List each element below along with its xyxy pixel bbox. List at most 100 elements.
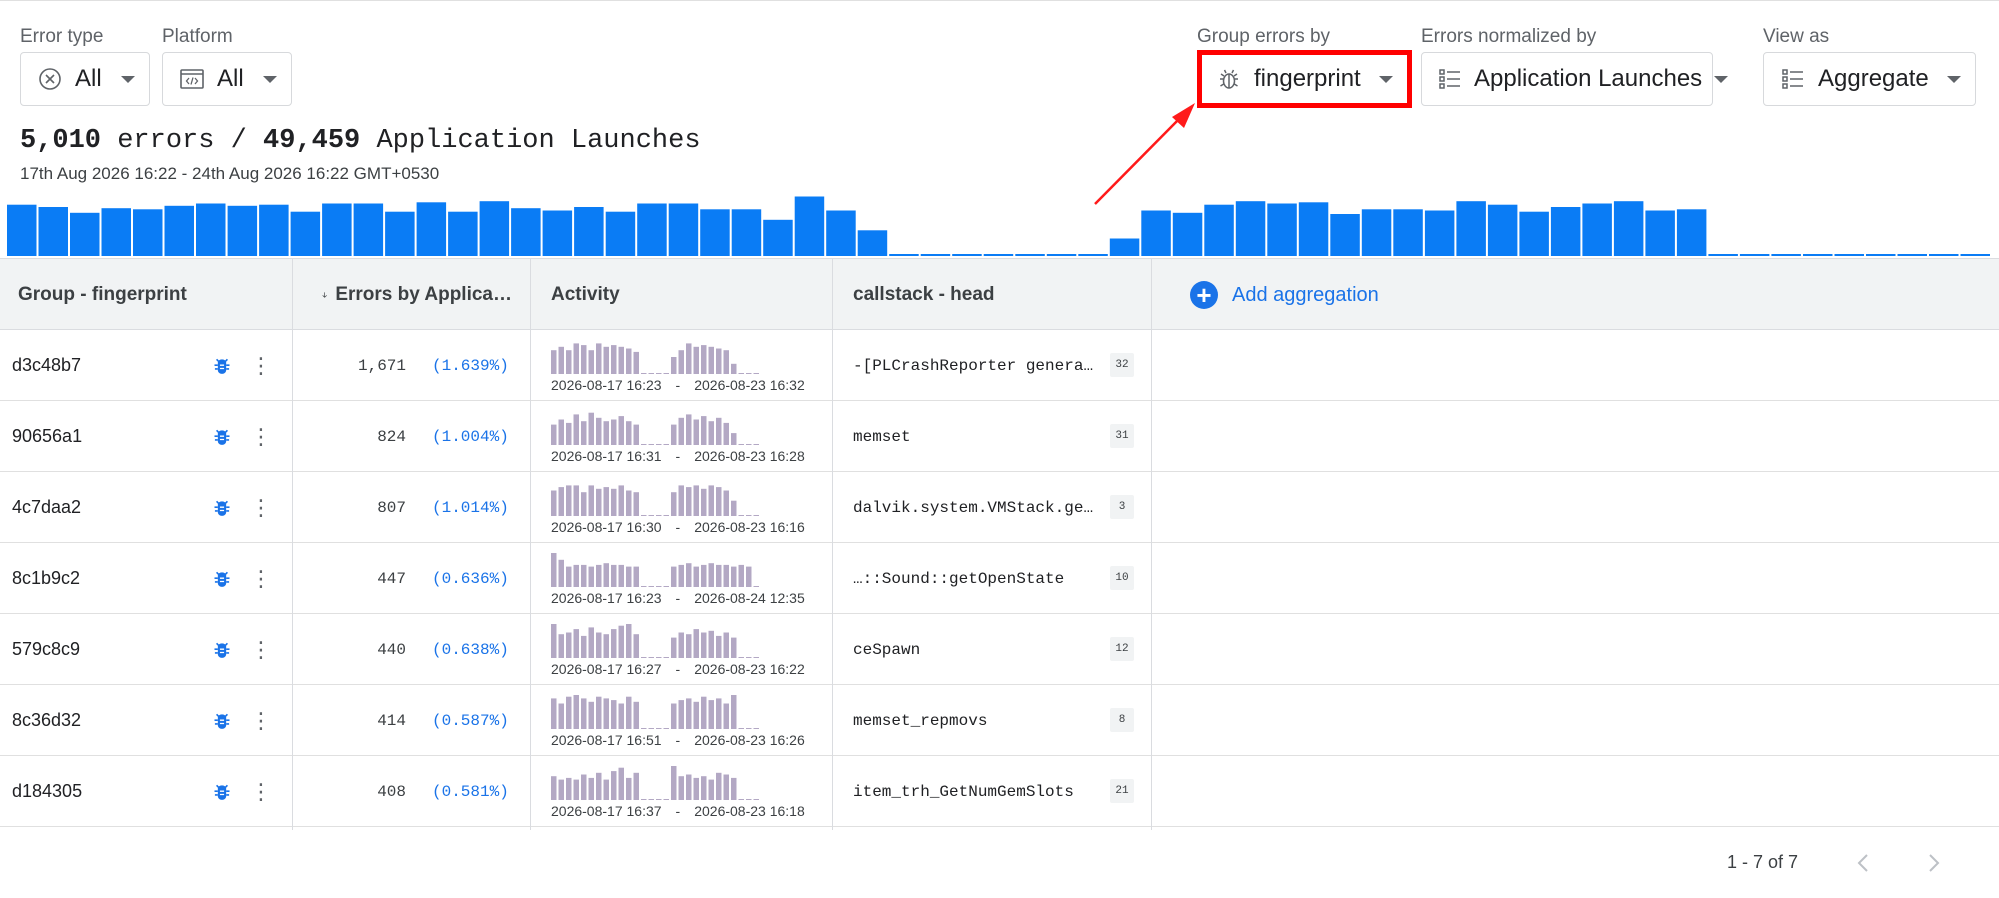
activity-sparkline[interactable]: 2026-08-17 16:31 - 2026-08-23 16:28 [551,401,813,472]
histogram-bar[interactable] [1109,238,1140,257]
bug-icon[interactable] [212,756,232,827]
histogram-bar[interactable] [920,254,951,256]
histogram-bar[interactable] [794,196,825,257]
histogram-bar[interactable] [1739,254,1770,256]
histogram-bar[interactable] [385,211,415,256]
callstack-head[interactable]: dalvik.system.VMStack.ge… [853,472,1098,543]
histogram-bar[interactable] [511,208,541,256]
callstack-head[interactable]: ceSpawn [853,614,1098,685]
more-options-icon[interactable]: ⋮ [250,401,272,472]
header-group[interactable]: Group - fingerprint [18,259,187,331]
fingerprint-value[interactable]: d184305 [12,756,82,827]
callstack-head[interactable]: memset [853,401,1098,472]
histogram-bar[interactable] [1519,211,1549,256]
histogram-bar[interactable] [7,204,37,256]
bug-icon[interactable] [212,330,232,401]
histogram-bar[interactable] [1046,254,1077,256]
histogram-bar[interactable] [416,202,447,256]
histogram-bar[interactable] [668,203,699,257]
table-row[interactable]: 579c8c9 ⋮ 440 (0.638%) 2026-08-17 16:27 … [0,614,1999,685]
more-options-icon[interactable]: ⋮ [250,685,272,756]
histogram-bar[interactable] [38,207,69,256]
histogram-bar[interactable] [1298,202,1329,256]
add-aggregation-button[interactable]: + Add aggregation [1190,259,1379,331]
histogram-bar[interactable] [479,201,510,256]
activity-sparkline[interactable]: 2026-08-17 16:27 - 2026-08-23 16:22 [551,614,813,685]
histogram-bar[interactable] [889,254,919,256]
table-row[interactable]: 8c1b9c2 ⋮ 447 (0.636%) 2026-08-17 16:23 … [0,543,1999,614]
error-histogram[interactable] [7,186,1992,256]
prev-page-button[interactable] [1853,850,1873,876]
callstack-head[interactable]: -[PLCrashReporter genera… [853,330,1098,401]
bug-icon[interactable] [212,685,232,756]
histogram-bar[interactable] [448,211,478,256]
histogram-bar[interactable] [542,210,573,257]
histogram-bar[interactable] [1613,201,1644,256]
callstack-head[interactable]: …::Sound::getOpenState [853,543,1098,614]
histogram-bar[interactable] [164,205,195,256]
fingerprint-value[interactable]: 4c7daa2 [12,472,81,543]
activity-sparkline[interactable]: 2026-08-17 16:23 - 2026-08-24 12:35 [551,543,813,614]
fingerprint-value[interactable]: d3c48b7 [12,330,81,401]
header-activity[interactable]: Activity [551,259,620,331]
activity-sparkline[interactable]: 2026-08-17 16:23 - 2026-08-23 16:32 [551,330,813,401]
header-callstack[interactable]: callstack - head [853,259,995,331]
bug-icon[interactable] [212,401,232,472]
histogram-bar[interactable] [1487,204,1518,256]
histogram-bar[interactable] [1771,254,1801,256]
more-options-icon[interactable]: ⋮ [250,472,272,543]
histogram-bar[interactable] [952,254,982,256]
bug-icon[interactable] [212,614,232,685]
histogram-bar[interactable] [1960,254,1991,256]
histogram-bar[interactable] [763,219,793,256]
histogram-bar[interactable] [574,207,604,256]
histogram-bar[interactable] [826,210,856,257]
histogram-bar[interactable] [1361,209,1392,256]
table-row[interactable]: d184305 ⋮ 408 (0.581%) 2026-08-17 16:37 … [0,756,1999,827]
histogram-bar[interactable] [1235,201,1266,256]
bug-icon[interactable] [212,472,232,543]
histogram-bar[interactable] [637,203,667,257]
activity-sparkline[interactable]: 2026-08-17 16:37 - 2026-08-23 16:18 [551,756,813,827]
histogram-bar[interactable] [1456,201,1486,256]
histogram-bar[interactable] [70,212,100,256]
histogram-bar[interactable] [1078,254,1108,256]
error-type-dropdown[interactable]: All [20,52,150,106]
histogram-bar[interactable] [1141,210,1171,257]
histogram-bar[interactable] [1393,209,1423,256]
histogram-bar[interactable] [700,209,730,256]
table-row[interactable]: d3c48b7 ⋮ 1,671 (1.639%) 2026-08-17 16:2… [0,330,1999,401]
fingerprint-value[interactable]: 8c36d32 [12,685,81,756]
histogram-bar[interactable] [1866,254,1896,256]
histogram-bar[interactable] [1015,254,1045,256]
platform-dropdown[interactable]: All [162,52,292,106]
histogram-bar[interactable] [101,208,132,256]
more-options-icon[interactable]: ⋮ [250,614,272,685]
histogram-bar[interactable] [1897,254,1928,256]
activity-sparkline[interactable]: 2026-08-17 16:30 - 2026-08-23 16:16 [551,472,813,543]
group-by-dropdown[interactable]: fingerprint [1197,50,1412,108]
header-errors[interactable]: Errors by Applica… [322,259,512,331]
histogram-bar[interactable] [983,254,1014,256]
view-as-dropdown[interactable]: Aggregate [1763,52,1976,106]
table-row[interactable]: 4c7daa2 ⋮ 807 (1.014%) 2026-08-17 16:30 … [0,472,1999,543]
histogram-bar[interactable] [1267,203,1297,257]
histogram-bar[interactable] [290,211,321,256]
histogram-bar[interactable] [1582,203,1612,257]
fingerprint-value[interactable]: 90656a1 [12,401,82,472]
histogram-bar[interactable] [1803,254,1833,256]
histogram-bar[interactable] [1424,210,1455,257]
callstack-head[interactable]: item_trh_GetNumGemSlots [853,756,1098,827]
next-page-button[interactable] [1924,850,1944,876]
more-options-icon[interactable]: ⋮ [250,330,272,401]
histogram-bar[interactable] [1172,212,1203,256]
histogram-bar[interactable] [353,203,384,257]
more-options-icon[interactable]: ⋮ [250,543,272,614]
histogram-bar[interactable] [227,205,258,256]
more-options-icon[interactable]: ⋮ [250,756,272,827]
histogram-bar[interactable] [133,209,163,256]
histogram-bar[interactable] [322,203,352,257]
histogram-bar[interactable] [1204,204,1234,256]
histogram-bar[interactable] [1834,254,1865,256]
table-row[interactable]: 8c36d32 ⋮ 414 (0.587%) 2026-08-17 16:51 … [0,685,1999,756]
